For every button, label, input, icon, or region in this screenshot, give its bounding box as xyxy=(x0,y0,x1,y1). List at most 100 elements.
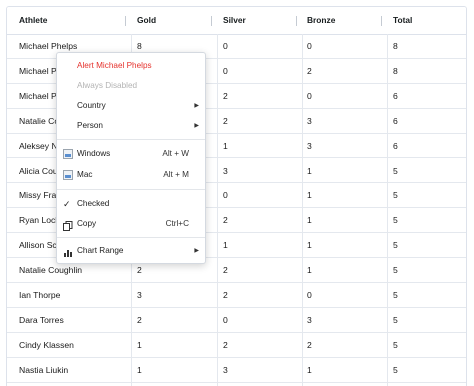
cell-silver[interactable]: 1 xyxy=(223,134,301,159)
cell-total[interactable]: 5 xyxy=(393,358,463,383)
cell-total[interactable]: 5 xyxy=(393,258,463,283)
cell-total[interactable]: 5 xyxy=(393,333,463,358)
cell-silver[interactable]: 0 xyxy=(223,34,301,59)
cell-silver[interactable]: 2 xyxy=(223,84,301,109)
cell-total[interactable]: 5 xyxy=(393,159,463,184)
column-divider xyxy=(217,34,218,386)
menu-separator xyxy=(57,139,205,140)
cell-bronze[interactable]: 0 xyxy=(307,283,385,308)
menu-item-label: Mac xyxy=(77,170,93,179)
menu-item-label: Chart Range xyxy=(77,246,124,255)
menu-item-label: Windows xyxy=(77,149,111,158)
cell-silver[interactable]: 0 xyxy=(223,183,301,208)
menu-item-country[interactable]: Country ▶ xyxy=(57,96,205,116)
windows-image-icon xyxy=(63,149,73,159)
cell-total[interactable]: 8 xyxy=(393,34,463,59)
cell-silver[interactable]: 1 xyxy=(223,233,301,258)
menu-shortcut: Ctrl+C xyxy=(165,219,189,228)
cell-bronze[interactable]: 1 xyxy=(307,183,385,208)
cell-silver[interactable]: 3 xyxy=(223,159,301,184)
header-athlete[interactable]: Athlete xyxy=(19,7,131,34)
header-total[interactable]: Total xyxy=(393,7,463,34)
table-row[interactable]: Nastia Liukin 1 3 1 5 xyxy=(7,358,466,383)
cell-total[interactable]: 6 xyxy=(393,134,463,159)
column-divider xyxy=(387,34,388,386)
cell-silver[interactable]: 2 xyxy=(223,333,301,358)
cell-bronze[interactable]: 0 xyxy=(307,34,385,59)
copy-icon xyxy=(63,219,73,231)
menu-item-chart-range[interactable]: Chart Range ▶ xyxy=(57,241,205,261)
cell-total[interactable]: 8 xyxy=(393,59,463,84)
menu-item-always-disabled: Always Disabled xyxy=(57,76,205,96)
cell-bronze[interactable]: 1 xyxy=(307,258,385,283)
menu-item-copy[interactable]: Copy Ctrl+C xyxy=(57,214,205,234)
cell-silver[interactable]: 0 xyxy=(223,308,301,333)
cell-bronze[interactable]: 0 xyxy=(307,84,385,109)
cell-gold[interactable]: 2 xyxy=(137,308,215,333)
header-separator[interactable] xyxy=(296,16,297,26)
menu-item-mac[interactable]: Mac Alt + M xyxy=(57,165,205,185)
cell-gold[interactable]: 1 xyxy=(137,333,215,358)
header-bronze[interactable]: Bronze xyxy=(307,7,385,34)
header-silver[interactable]: Silver xyxy=(223,7,301,34)
cell-athlete[interactable]: Ian Thorpe xyxy=(19,283,131,308)
cell-total[interactable]: 5 xyxy=(393,208,463,233)
cell-bronze[interactable]: 3 xyxy=(307,308,385,333)
cell-silver[interactable]: 0 xyxy=(223,59,301,84)
header-gold[interactable]: Gold xyxy=(137,7,215,34)
cell-total[interactable]: 5 xyxy=(393,183,463,208)
cell-total[interactable]: 6 xyxy=(393,84,463,109)
menu-item-checked[interactable]: ✓ Checked xyxy=(57,194,205,214)
menu-item-alert[interactable]: Alert Michael Phelps xyxy=(57,56,205,76)
cell-bronze[interactable]: 1 xyxy=(307,159,385,184)
menu-item-windows[interactable]: Windows Alt + W xyxy=(57,144,205,164)
menu-item-person[interactable]: Person ▶ xyxy=(57,116,205,136)
cell-silver[interactable]: 2 xyxy=(223,208,301,233)
cell-silver[interactable]: 2 xyxy=(223,109,301,134)
check-icon: ✓ xyxy=(63,199,71,209)
table-row[interactable]: Dara Torres 2 0 3 5 xyxy=(7,308,466,333)
submenu-arrow-icon: ▶ xyxy=(194,123,199,129)
cell-bronze[interactable]: 3 xyxy=(307,134,385,159)
header-separator[interactable] xyxy=(381,16,382,26)
menu-separator xyxy=(57,237,205,238)
context-menu: Alert Michael Phelps Always Disabled Cou… xyxy=(56,52,206,264)
menu-shortcut: Alt + M xyxy=(163,170,189,179)
cell-bronze[interactable]: 2 xyxy=(307,333,385,358)
menu-item-label: Alert Michael Phelps xyxy=(77,61,152,70)
cell-silver[interactable]: 3 xyxy=(223,358,301,383)
grid-header: Athlete Gold Silver Bronze Total xyxy=(7,7,466,35)
menu-item-label: Checked xyxy=(77,199,110,208)
menu-item-label: Country xyxy=(77,101,106,110)
menu-item-label: Always Disabled xyxy=(77,81,138,90)
column-divider xyxy=(302,34,303,386)
cell-bronze[interactable]: 1 xyxy=(307,358,385,383)
cell-bronze[interactable]: 1 xyxy=(307,208,385,233)
submenu-arrow-icon: ▶ xyxy=(194,248,199,254)
chart-icon xyxy=(63,246,73,257)
cell-total[interactable]: 5 xyxy=(393,283,463,308)
cell-bronze[interactable]: 2 xyxy=(307,59,385,84)
table-row[interactable]: Cindy Klassen 1 2 2 5 xyxy=(7,333,466,358)
cell-total[interactable]: 5 xyxy=(393,233,463,258)
mac-image-icon xyxy=(63,170,73,180)
cell-gold[interactable]: 3 xyxy=(137,283,215,308)
header-separator[interactable] xyxy=(125,16,126,26)
cell-silver[interactable]: 2 xyxy=(223,258,301,283)
table-row[interactable]: Ian Thorpe 3 2 0 5 xyxy=(7,283,466,308)
cell-gold[interactable]: 1 xyxy=(137,358,215,383)
menu-item-label: Copy xyxy=(77,219,97,228)
cell-athlete[interactable]: Cindy Klassen xyxy=(19,333,131,358)
cell-athlete[interactable]: Dara Torres xyxy=(19,308,131,333)
cell-bronze[interactable]: 1 xyxy=(307,233,385,258)
menu-shortcut: Alt + W xyxy=(162,149,189,158)
cell-bronze[interactable]: 3 xyxy=(307,109,385,134)
cell-silver[interactable]: 2 xyxy=(223,283,301,308)
cell-athlete[interactable]: Nastia Liukin xyxy=(19,358,131,383)
cell-total[interactable]: 5 xyxy=(393,308,463,333)
cell-total[interactable]: 6 xyxy=(393,109,463,134)
menu-item-label: Person xyxy=(77,121,103,130)
submenu-arrow-icon: ▶ xyxy=(194,103,199,109)
header-separator[interactable] xyxy=(211,16,212,26)
menu-separator xyxy=(57,189,205,190)
